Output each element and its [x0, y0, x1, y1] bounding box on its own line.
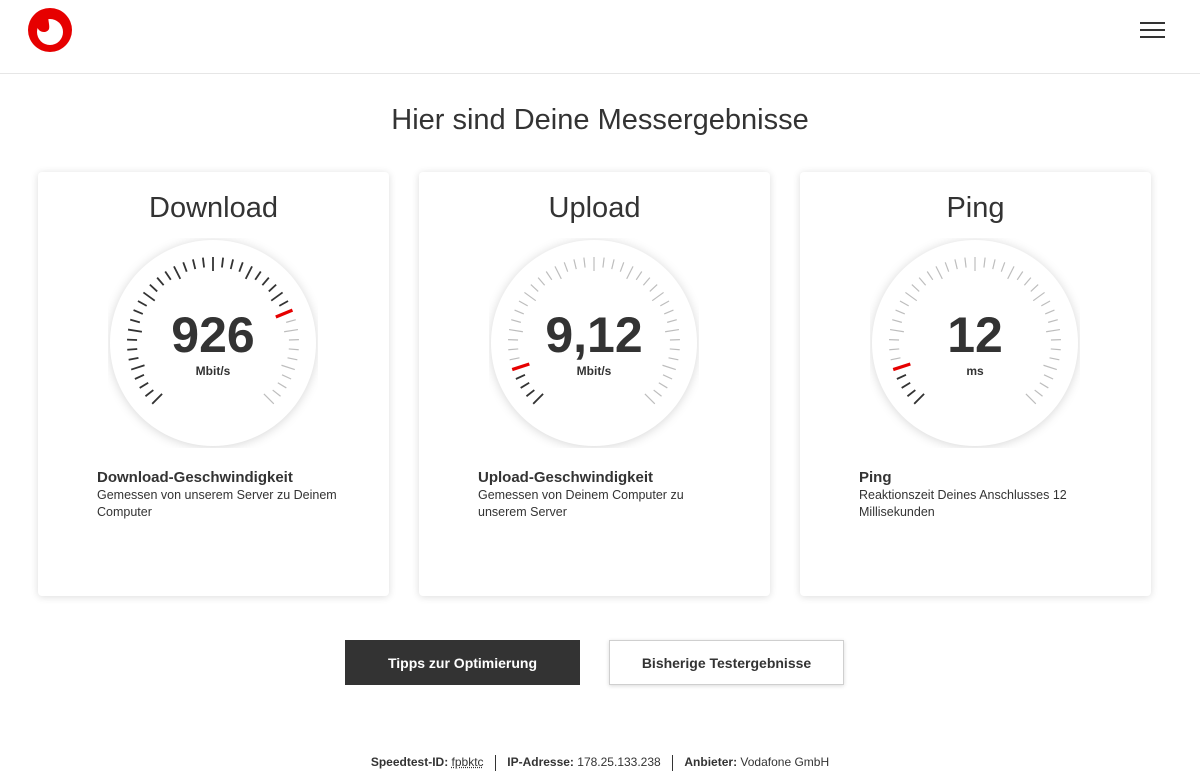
ping-card: Ping 12 ms Ping Reaktionszeit Deines Ans…	[800, 172, 1151, 596]
download-unit: Mbit/s	[195, 364, 231, 378]
provider-label: Anbieter:	[684, 755, 738, 770]
upload-value: 9,12	[545, 307, 643, 363]
gauge-tick	[201, 257, 205, 268]
history-button[interactable]: Bisherige Testergebnisse	[609, 640, 844, 685]
footer: Speedtest-ID: fpbktc IP-Adresse: 178.25.…	[0, 755, 1200, 771]
card-title: Ping	[946, 192, 1005, 224]
speedtest-id-link[interactable]: fpbktc	[452, 755, 484, 769]
upload-description: Gemessen von Deinem Computer zu unserem …	[478, 488, 684, 519]
upload-unit: Mbit/s	[576, 364, 612, 378]
divider	[672, 755, 674, 771]
vodafone-logo-icon[interactable]	[27, 7, 73, 53]
upload-heading: Upload-Geschwindigkeit	[478, 469, 654, 486]
download-value: 926	[171, 307, 255, 363]
divider	[494, 755, 496, 771]
tips-button[interactable]: Tipps zur Optimierung	[345, 640, 580, 685]
ping-unit: ms	[966, 364, 984, 378]
ping-heading: Ping	[859, 469, 892, 486]
ip-value: 178.25.133.238	[577, 755, 661, 770]
speedtest-id-label: Speedtest-ID:	[370, 755, 449, 770]
hamburger-menu-icon[interactable]	[1136, 17, 1170, 43]
ping-value: 12	[947, 307, 1003, 363]
upload-card: Upload 9,12 Mbit/s Upload-Geschwindigkei…	[419, 172, 770, 596]
download-description: Gemessen von unserem Server zu Deinem Co…	[97, 488, 337, 519]
gauge-tick	[221, 257, 225, 268]
header	[0, 0, 1200, 74]
download-card: Download 926 Mbit/s Download-Geschwindig…	[38, 172, 389, 596]
ip-label: IP-Adresse:	[507, 755, 574, 770]
card-title: Upload	[548, 192, 641, 224]
page-title: Hier sind Deine Messergebnisse	[391, 104, 809, 136]
ping-description: Reaktionszeit Deines Anschlusses 12 Mill…	[859, 488, 1067, 519]
provider-value: Vodafone GmbH	[740, 755, 830, 770]
download-heading: Download-Geschwindigkeit	[97, 469, 293, 486]
card-title: Download	[149, 192, 278, 224]
